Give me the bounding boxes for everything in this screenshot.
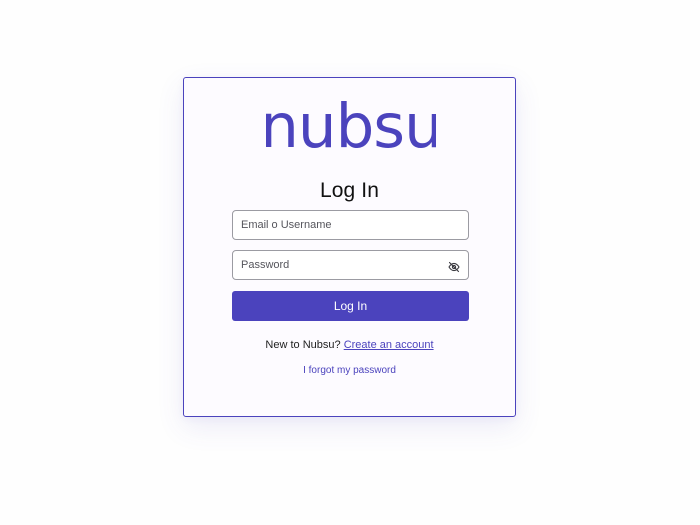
signup-prompt-text: New to Nubsu? bbox=[265, 339, 341, 351]
signup-prompt: New to Nubsu? Create an account bbox=[184, 339, 515, 351]
nubsu-logo: nubsu bbox=[266, 100, 436, 152]
page-title: Log In bbox=[320, 179, 379, 202]
create-account-link[interactable]: Create an account bbox=[344, 339, 434, 351]
password-field bbox=[232, 250, 469, 280]
forgot-password-link[interactable]: I forgot my password bbox=[303, 365, 396, 376]
login-button[interactable]: Log In bbox=[232, 291, 469, 321]
login-card: nubsu Log In Log In New to Nubsu? Create… bbox=[183, 77, 516, 417]
forgot-password: I forgot my password bbox=[184, 365, 515, 376]
email-field bbox=[232, 210, 469, 240]
logo-text: nubsu bbox=[266, 100, 436, 152]
password-input[interactable] bbox=[233, 251, 468, 279]
email-input[interactable] bbox=[233, 211, 468, 239]
eye-off-icon[interactable] bbox=[448, 260, 460, 273]
